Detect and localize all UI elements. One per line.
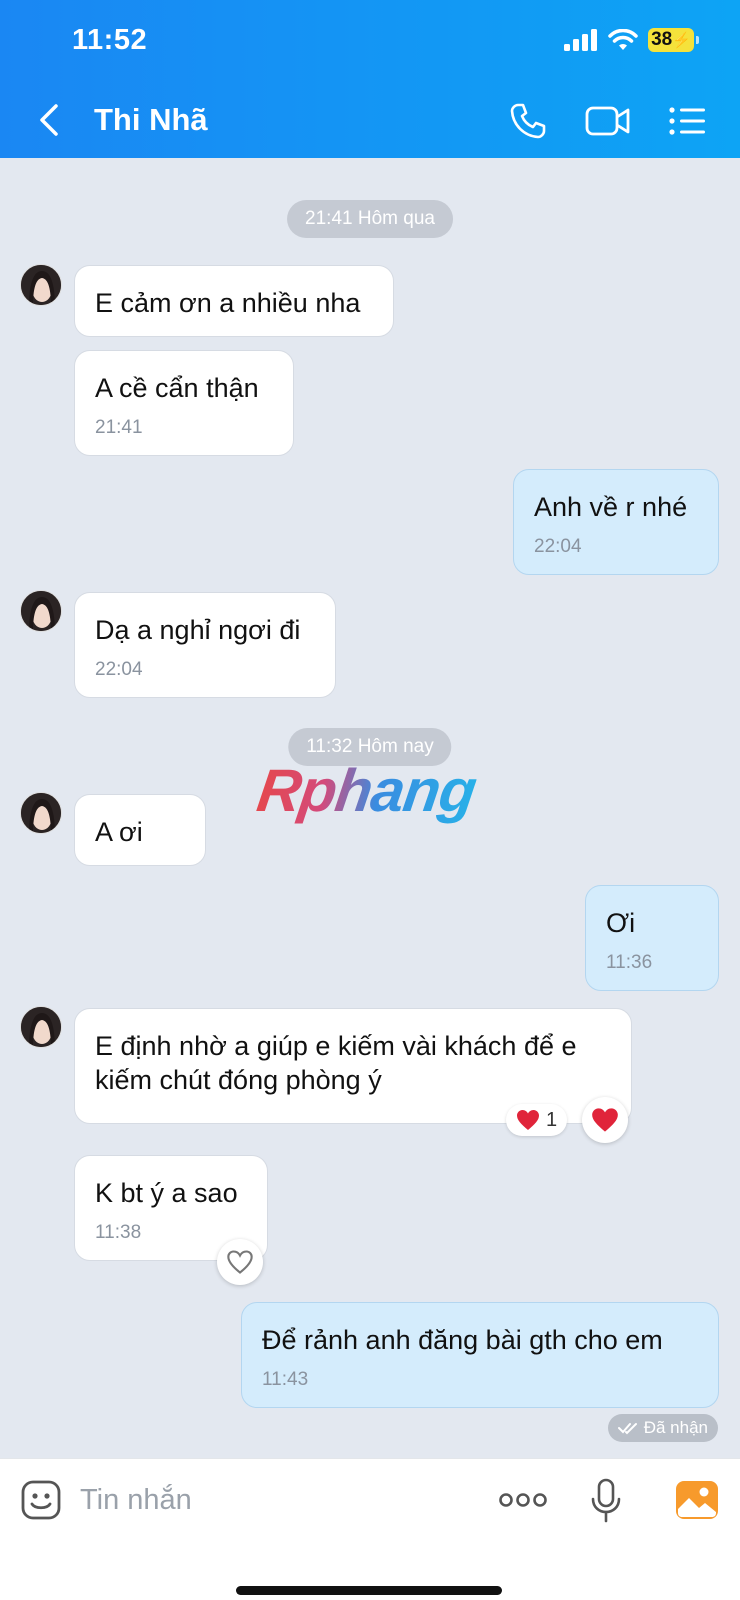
avatar: [20, 792, 62, 834]
heart-icon: [592, 1108, 618, 1132]
back-button[interactable]: [34, 100, 64, 140]
contact-photo: [21, 793, 61, 833]
list-menu-icon: [669, 107, 705, 135]
more-horizontal-icon: [499, 1493, 547, 1507]
avatar: [20, 1006, 62, 1048]
avatar: [20, 590, 62, 632]
message-text: Dạ a nghỉ ngơi đi: [95, 615, 301, 645]
outgoing-message[interactable]: Ơi 11:36: [585, 885, 719, 991]
incoming-message[interactable]: Dạ a nghỉ ngơi đi 22:04: [74, 592, 336, 698]
react-button[interactable]: [582, 1097, 628, 1143]
message-time: 22:04: [95, 659, 143, 680]
chat-header: 11:52 38 ⚡ Thi Nhã: [0, 0, 740, 158]
contact-photo: [21, 591, 61, 631]
avatar: [20, 264, 62, 306]
reaction-summary[interactable]: 1: [506, 1104, 568, 1136]
incoming-message[interactable]: A cề cẩn thận 21:41: [74, 350, 294, 456]
message-time: 11:36: [606, 952, 653, 973]
message-text: Ơi: [606, 908, 636, 938]
status-time: 11:52: [72, 24, 148, 56]
message-time: 11:43: [262, 1369, 309, 1390]
signal-icon: [564, 29, 597, 51]
outgoing-message[interactable]: Anh về r nhé 22:04: [513, 469, 719, 575]
battery-indicator: 38 ⚡: [648, 28, 699, 52]
message-list[interactable]: 21:41 Hôm qua E cảm ơn a nhiều nha A cề …: [0, 158, 740, 1458]
voice-message-button[interactable]: [588, 1477, 624, 1525]
watermark: Rphang: [253, 757, 481, 824]
message-text: E cảm ơn a nhiều nha: [95, 288, 361, 318]
more-options-button[interactable]: [498, 1485, 548, 1515]
message-text: Để rảnh anh đăng bài gth cho em: [262, 1325, 663, 1355]
status-icons: 38 ⚡: [564, 28, 699, 52]
image-gallery-icon: [676, 1481, 718, 1519]
message-text: A cề cẩn thận: [95, 373, 259, 403]
contact-photo: [21, 265, 61, 305]
double-check-icon: [617, 1423, 637, 1435]
photo-button[interactable]: [674, 1479, 720, 1521]
home-indicator: [236, 1586, 502, 1595]
wifi-icon: [608, 29, 638, 50]
message-text: E định nhờ a giúp e kiếm vài khách để e …: [95, 1031, 577, 1095]
incoming-message[interactable]: A ơi: [74, 794, 206, 866]
message-text: A ơi: [95, 817, 143, 847]
heart-icon: [517, 1110, 539, 1130]
voice-call-button[interactable]: [505, 98, 551, 144]
phone-icon: [510, 103, 546, 139]
react-button[interactable]: [217, 1239, 263, 1285]
video-camera-icon: [585, 106, 630, 136]
heart-outline-icon: [227, 1250, 253, 1274]
message-input[interactable]: [80, 1477, 460, 1523]
contact-photo: [21, 1007, 61, 1047]
emoji-button[interactable]: [20, 1479, 62, 1521]
message-time: 21:41: [95, 417, 143, 438]
chat-title[interactable]: Thi Nhã: [94, 102, 208, 138]
battery-level: 38: [651, 29, 673, 50]
chat-menu-button[interactable]: [664, 98, 710, 144]
message-time: 22:04: [534, 536, 582, 557]
delivery-status: Đã nhận: [607, 1414, 718, 1442]
composer-bar: [0, 1458, 740, 1600]
delivery-status-text: Đã nhận: [643, 1418, 708, 1437]
outgoing-message[interactable]: Để rảnh anh đăng bài gth cho em 11:43: [241, 1302, 719, 1408]
timestamp-divider: 21:41 Hôm qua: [287, 200, 453, 238]
chevron-left-icon: [40, 104, 58, 136]
microphone-icon: [591, 1478, 621, 1523]
reaction-count: 1: [546, 1108, 558, 1131]
incoming-message[interactable]: E cảm ơn a nhiều nha: [74, 265, 394, 337]
video-call-button[interactable]: [583, 98, 633, 144]
message-text: Anh về r nhé: [534, 492, 688, 522]
message-time: 11:38: [95, 1222, 142, 1243]
message-text: K bt ý a sao: [95, 1178, 238, 1208]
sticker-icon: [21, 1480, 61, 1520]
